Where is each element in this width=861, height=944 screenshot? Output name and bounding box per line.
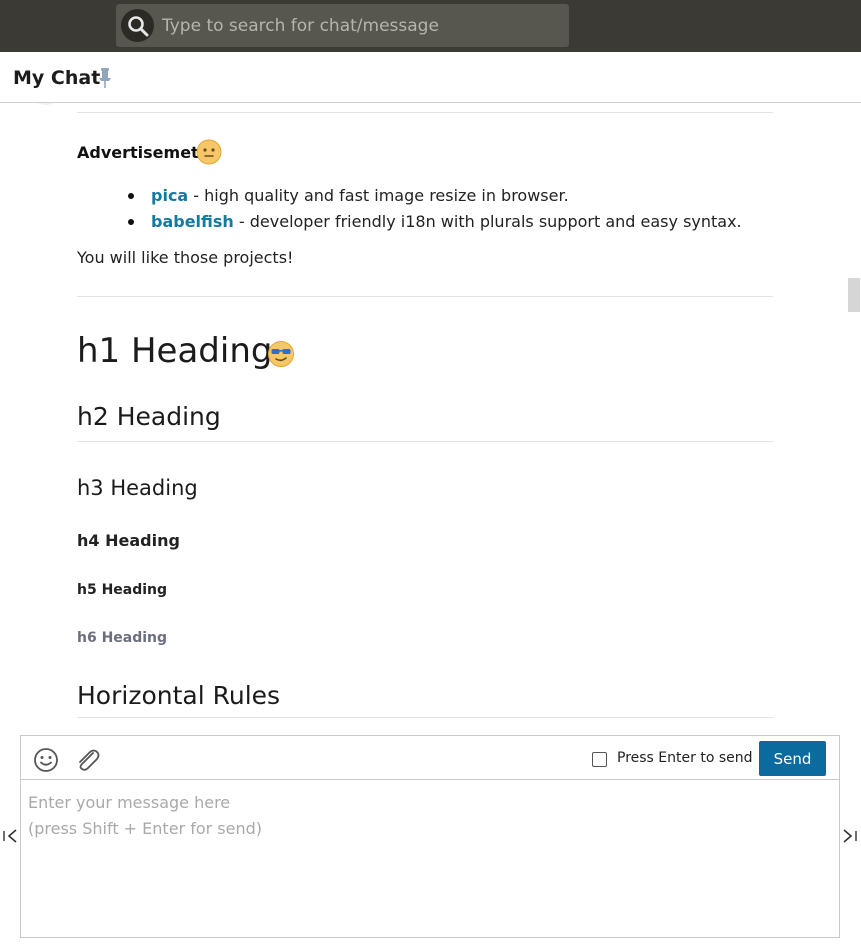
list-item-text: - developer friendly i18n with plurals s… [233,212,742,231]
avatar [28,103,64,105]
horizontal-rule [77,717,773,718]
enter-to-send-checkbox[interactable] [592,752,607,767]
chat-title: My Chat [13,67,101,89]
h4-heading: h4 Heading [77,531,180,550]
message-area[interactable]: Advertisemet pica - high quality and fas… [0,103,861,735]
last-page-icon[interactable] [842,828,858,844]
h6-heading: h6 Heading [77,630,168,646]
advert-title: Advertisemet [77,143,199,162]
list-item: babelfish - developer friendly i18n with… [77,209,742,235]
search-box [116,4,569,47]
search-icon [128,16,149,37]
list-item: pica - high quality and fast image resiz… [77,183,742,209]
sunglasses-face-icon [268,341,294,367]
h5-heading: h5 Heading [77,582,168,598]
chat-header: My Chat [0,52,861,103]
advert-note: You will like those projects! [77,248,294,267]
slightly-smiling-face-icon [196,139,222,165]
paperclip-icon[interactable] [73,747,101,773]
top-bar [0,0,861,52]
first-page-icon[interactable] [2,828,18,844]
pica-link[interactable]: pica [151,186,188,205]
message-input[interactable] [21,781,839,937]
smiley-icon[interactable] [33,747,59,773]
message-composer: Press Enter to send Send [20,735,840,938]
advert-list: pica - high quality and fast image resiz… [77,183,742,235]
h2-heading: h2 Heading [77,402,221,431]
pin-icon[interactable] [98,67,112,89]
horizontal-rule [77,112,773,113]
scrollbar-thumb[interactable] [848,278,860,312]
section-heading: Horizontal Rules [77,681,281,710]
list-item-text: - high quality and fast image resize in … [188,186,569,205]
babelfish-link[interactable]: babelfish [151,212,234,231]
h3-heading: h3 Heading [77,476,198,500]
horizontal-rule [77,296,773,297]
search-button[interactable] [121,9,154,42]
enter-to-send-label[interactable]: Press Enter to send [617,750,753,766]
search-input[interactable] [162,4,562,47]
horizontal-rule [77,441,773,442]
h1-heading: h1 Heading [77,331,273,371]
composer-toolbar: Press Enter to send Send [21,736,839,780]
send-button[interactable]: Send [759,741,826,776]
